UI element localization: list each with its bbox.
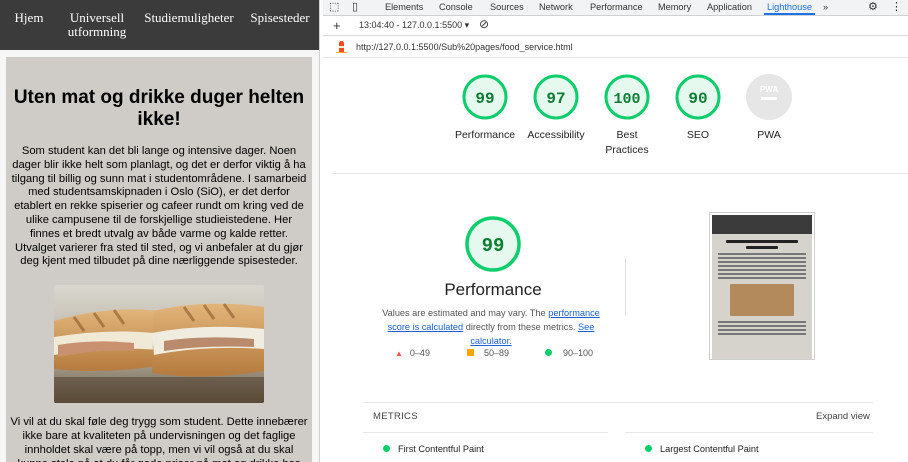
- more-tabs-icon[interactable]: »: [823, 0, 828, 15]
- performance-title: Performance: [444, 280, 542, 299]
- tab-elements[interactable]: Elements: [385, 0, 423, 15]
- new-report-icon[interactable]: +: [333, 18, 341, 33]
- inspect-element-icon[interactable]: ⬚: [329, 0, 339, 15]
- performance-large-gauge: 99: [465, 216, 521, 272]
- legend-fail: ▲ 0–49: [395, 348, 430, 358]
- vertical-divider: [625, 258, 626, 316]
- web-page: Hjem Universell utformning Studiemulighe…: [0, 0, 320, 462]
- performance-note-text: Values are estimated and may vary. The: [382, 308, 546, 318]
- tab-console[interactable]: Console: [439, 0, 473, 15]
- lighthouse-icon: [336, 41, 347, 53]
- svg-text:99: 99: [475, 90, 494, 108]
- clear-reports-icon[interactable]: ⊘: [479, 17, 489, 31]
- pwa-gauge-label: PWA: [757, 129, 781, 141]
- main-content: Uten mat og drikke duger helten ikke! So…: [6, 57, 312, 462]
- performance-gauge[interactable]: 99: [461, 73, 509, 121]
- site-nav: Hjem Universell utformning Studiemulighe…: [0, 0, 319, 50]
- svg-text:100: 100: [613, 91, 640, 108]
- devtools-panel: ⬚ ▯ Elements Console Sources Network Per…: [323, 0, 908, 462]
- seo-gauge[interactable]: 90: [674, 73, 722, 121]
- metrics-divider: [363, 402, 873, 403]
- metric-largest-contentful-paint: Largest Contentful Paint: [645, 444, 759, 454]
- performance-note-text-2: directly from these metrics.: [465, 322, 576, 332]
- legend-average: 50–89: [467, 348, 509, 358]
- url-bar: http://127.0.0.1:5500/Sub%20pages/food_s…: [323, 36, 908, 58]
- nav-link-hjem[interactable]: Hjem: [14, 11, 44, 25]
- seo-gauge-label: SEO: [686, 129, 710, 141]
- nav-link-studiemuligheter[interactable]: Studiemuligheter: [136, 11, 242, 25]
- fail-triangle-icon: ▲: [395, 349, 403, 358]
- tab-application[interactable]: Application: [707, 0, 752, 15]
- average-square-icon: [467, 349, 474, 356]
- pwa-gauge[interactable]: PWA: [745, 73, 793, 121]
- expand-view-button[interactable]: Expand view: [816, 411, 870, 422]
- page-screenshot-thumbnail[interactable]: [709, 212, 815, 360]
- metrics-header: METRICS: [373, 411, 418, 422]
- divider: [333, 173, 908, 174]
- thumbnail-content: [712, 234, 812, 359]
- metric-divider-left: [363, 432, 608, 433]
- tab-memory[interactable]: Memory: [658, 0, 691, 15]
- legend-pass: 90–100: [545, 348, 593, 358]
- tab-sources[interactable]: Sources: [490, 0, 524, 15]
- accessibility-gauge-label: Accessibility: [527, 129, 585, 141]
- more-options-icon[interactable]: ⋮: [891, 0, 902, 15]
- settings-gear-icon[interactable]: ⚙: [868, 0, 878, 15]
- performance-gauge-label: Performance: [454, 129, 516, 141]
- pass-circle-icon: [383, 445, 390, 452]
- nav-link-universell-utformning[interactable]: Universell utformning: [66, 11, 128, 39]
- tab-lighthouse[interactable]: Lighthouse: [764, 0, 815, 15]
- best-practices-gauge[interactable]: 100: [603, 73, 651, 121]
- svg-text:99: 99: [482, 235, 505, 257]
- nav-link-spisesteder[interactable]: Spisesteder: [250, 11, 310, 25]
- performance-note: Values are estimated and may vary. The p…: [371, 306, 611, 348]
- thumbnail-nav: [712, 215, 812, 234]
- device-toolbar-icon[interactable]: ▯: [352, 0, 358, 15]
- page-heading: Uten mat og drikke duger helten ikke!: [13, 87, 305, 130]
- report-toolbar: + 13:04:40 - 127.0.0.1:5500 ▾ ⊘: [323, 16, 908, 36]
- accessibility-gauge[interactable]: 97: [532, 73, 580, 121]
- svg-text:90: 90: [688, 90, 707, 108]
- tab-network[interactable]: Network: [539, 0, 573, 15]
- report-selector[interactable]: 13:04:40 - 127.0.0.1:5500 ▾: [359, 20, 469, 31]
- report-url: http://127.0.0.1:5500/Sub%20pages/food_s…: [356, 42, 573, 52]
- devtools-tabbar: ⬚ ▯ Elements Console Sources Network Per…: [323, 0, 908, 16]
- best-practices-gauge-label: Best Practices: [605, 129, 649, 156]
- metric-divider-right: [625, 432, 873, 433]
- tab-performance[interactable]: Performance: [590, 0, 643, 15]
- pass-circle-icon: [645, 445, 652, 452]
- pass-circle-icon: [545, 349, 552, 356]
- second-paragraph: Vi vil at du skal føle deg trygg som stu…: [10, 416, 308, 462]
- sandwich-image: [54, 285, 264, 404]
- intro-paragraph: Som student kan det bli lange og intensi…: [11, 145, 307, 268]
- svg-text:PWA: PWA: [760, 85, 778, 94]
- metric-first-contentful-paint: First Contentful Paint: [383, 444, 484, 454]
- svg-text:97: 97: [546, 90, 565, 108]
